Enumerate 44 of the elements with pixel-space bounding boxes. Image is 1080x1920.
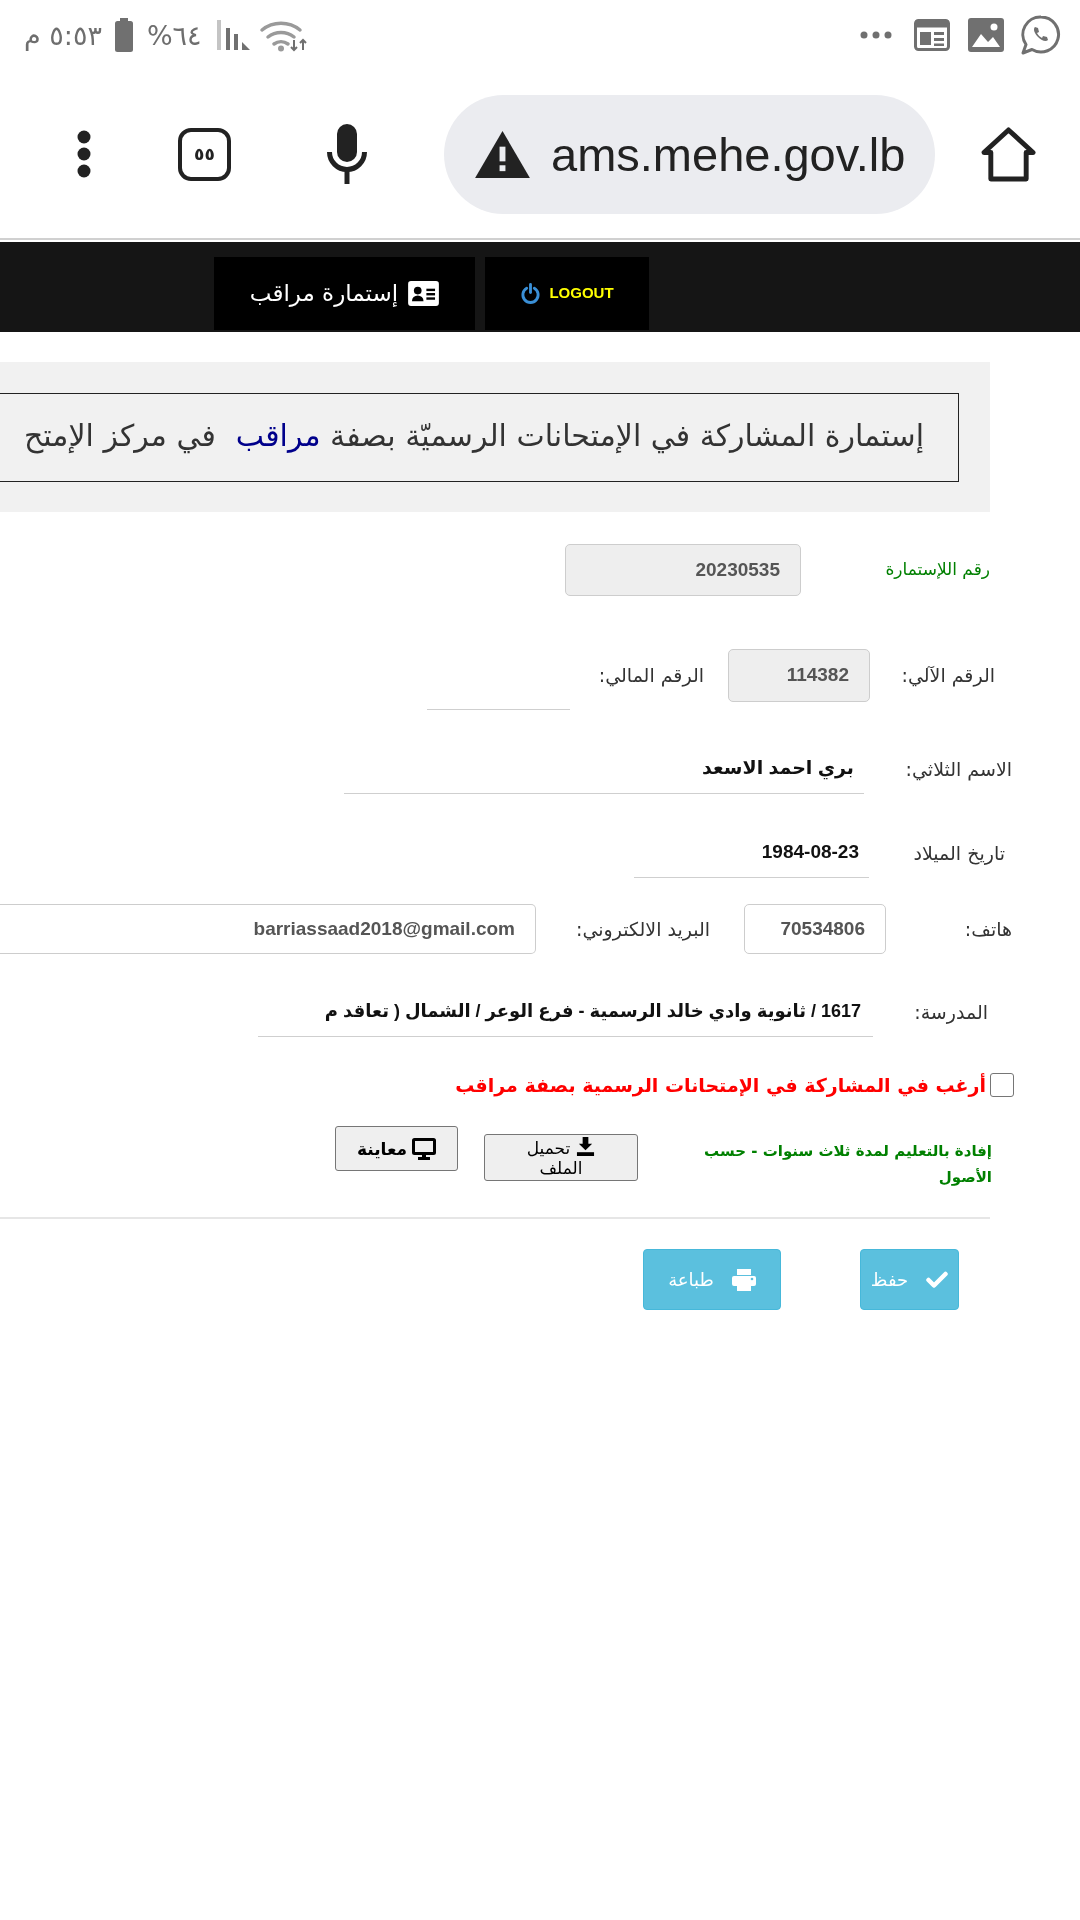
- microphone-icon[interactable]: [325, 124, 369, 184]
- field-label: البريد الالكتروني:: [575, 916, 710, 943]
- warning-icon: [475, 130, 530, 178]
- tab-switcher-button[interactable]: ٥٥: [178, 127, 231, 181]
- field-label: المدرسة:: [913, 999, 988, 1026]
- input-field[interactable]: 20230535: [565, 544, 801, 596]
- battery-percent: %٦٤: [146, 21, 202, 49]
- field-label: تاريخ الميلاد: [912, 840, 1005, 867]
- upload-button[interactable]: تحميل الملف: [484, 1134, 638, 1181]
- battery-icon: [114, 18, 133, 52]
- input-field[interactable]: 70534806: [744, 904, 886, 954]
- input-field[interactable]: بري احمد الاسعد: [344, 744, 864, 794]
- address-bar[interactable]: ams.mehe.gov.lb: [444, 94, 935, 214]
- power-icon: [520, 283, 542, 304]
- input-field[interactable]: barriassaad2018@gmail.com: [0, 904, 536, 954]
- field-label: الاسم الثلاثي:: [904, 756, 1012, 783]
- field-label: هاتف:: [963, 916, 1012, 942]
- nav-link[interactable]: LOGOUT: [485, 257, 649, 330]
- newspaper-icon: [914, 19, 950, 51]
- monitor-icon: [412, 1137, 437, 1160]
- image-icon: [968, 18, 1004, 52]
- input-field[interactable]: 114382: [728, 649, 870, 702]
- form-title: إستمارة المشاركة في الإمتحانات الرسميّة بصفة مراقب في مركز الإمتح: [0, 393, 959, 482]
- menu-icon[interactable]: [77, 130, 91, 178]
- signal-icon: [216, 20, 250, 50]
- home-icon[interactable]: [981, 126, 1036, 182]
- printer-icon: [731, 1268, 756, 1291]
- id-card-icon: [408, 281, 440, 306]
- nav-link[interactable]: إستمارة مراقب: [214, 257, 475, 330]
- attachment-label: إفادة بالتعليم لمدة ثلاث سنوات - حسب الأصول: [703, 1141, 992, 1188]
- status-time: ٥:٥٣ م: [24, 21, 102, 49]
- more-dots-icon: [860, 31, 892, 39]
- wifi-icon: [258, 18, 307, 52]
- field-label: الرقم المالي:: [597, 663, 704, 689]
- field-label: الرقم الآلي:: [900, 663, 995, 689]
- check-icon: [926, 1270, 949, 1289]
- field-label: رقم اللإستمارة: [884, 558, 990, 582]
- preview-button[interactable]: معاينة: [335, 1126, 458, 1171]
- checkbox[interactable]: [990, 1073, 1014, 1097]
- checkbox-label: أرغب في المشاركة في الإمتحانات الرسمية بصفة مراقب: [455, 1072, 986, 1099]
- input-field[interactable]: 1617 / ثانوية وادي خالد الرسمية - فرع الوعر / الشمال ( تعاقد م: [258, 987, 873, 1037]
- input-field[interactable]: 1984-08-23: [634, 828, 869, 878]
- chat-icon: [1021, 15, 1061, 55]
- download-icon: [576, 1137, 596, 1156]
